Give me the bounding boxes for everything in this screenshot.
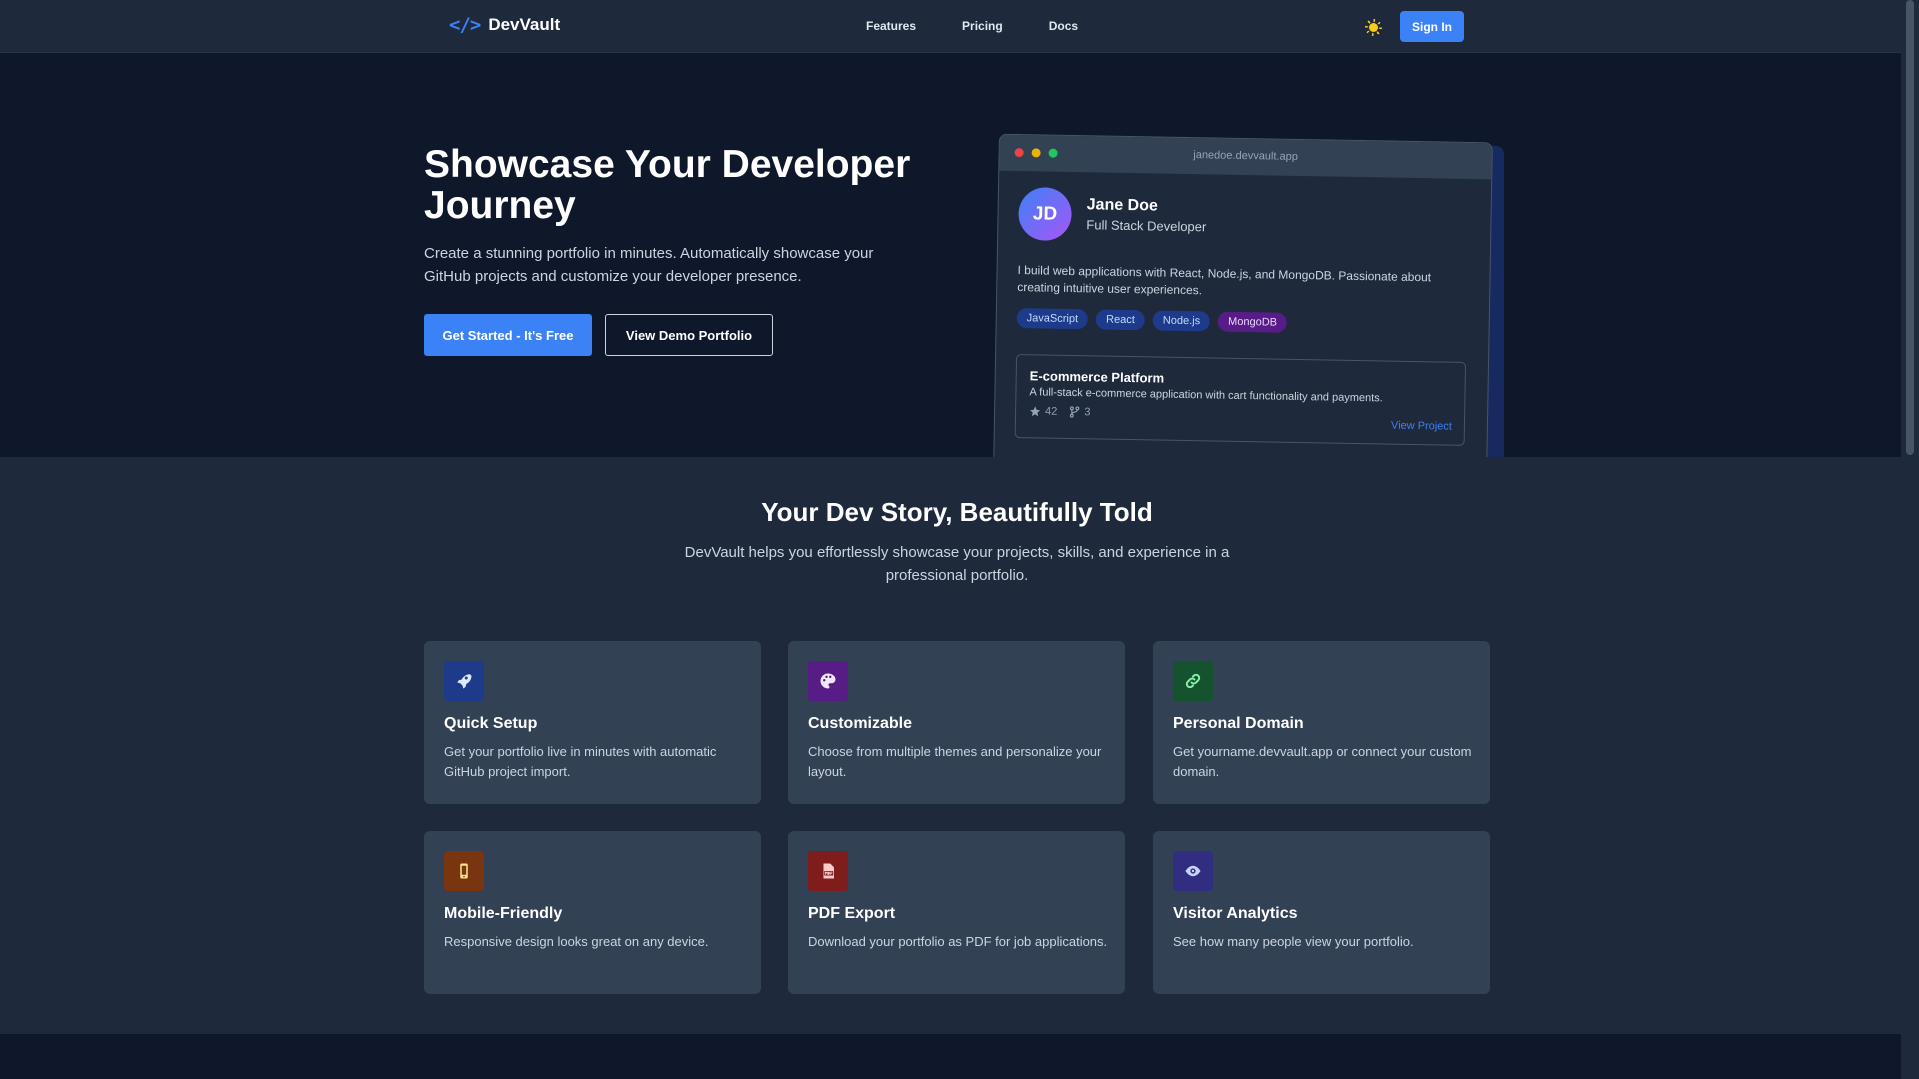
demo-portfolio-preview: janedoe.devvault.app JD Jane Doe Full St… (993, 133, 1504, 485)
sun-icon (1368, 22, 1378, 32)
demo-card: janedoe.devvault.app JD Jane Doe Full St… (993, 133, 1493, 477)
tag-mongodb: MongoDB (1217, 311, 1288, 333)
feature-title: Visitor Analytics (1173, 905, 1298, 922)
scrollbar-thumb[interactable] (1906, 0, 1914, 455)
footer-band (0, 1034, 1901, 1079)
vertical-scrollbar[interactable] (1901, 0, 1919, 1079)
profile-name: Jane Doe (1086, 196, 1159, 215)
tag-javascript: JavaScript (1016, 308, 1089, 330)
profile-role: Full Stack Developer (1086, 217, 1207, 235)
feature-description: Get your portfolio live in minutes with … (444, 744, 717, 779)
hero-title: Showcase Your Developer Journey (424, 143, 911, 227)
feature-card-mobile-friendly: Mobile-Friendly Responsive design looks … (424, 831, 761, 994)
skill-tags: JavaScript React Node.js MongoDB (1016, 308, 1288, 333)
feature-description: Responsive design looks great on any dev… (444, 934, 709, 949)
feature-description: Download your portfolio as PDF for job a… (808, 934, 1108, 949)
tag-nodejs: Node.js (1152, 310, 1211, 332)
forks-stat: 3 (1069, 406, 1091, 419)
features-section: Your Dev Story, Beautifully Told DevVaul… (0, 457, 1901, 1034)
link-icon (1173, 661, 1213, 701)
feature-title: Personal Domain (1173, 715, 1304, 732)
nav-link-features[interactable]: Features (866, 19, 916, 33)
fork-icon (1070, 406, 1080, 418)
profile-bio: I build web applications with React, Nod… (1017, 263, 1432, 298)
project-card: E-commerce Platform A full-stack e-comme… (1014, 354, 1467, 446)
project-description: A full-stack e-commerce application with… (1029, 386, 1383, 405)
logo[interactable]: </> DevVault (449, 14, 560, 36)
feature-title: Mobile-Friendly (444, 905, 563, 922)
hero-section: Showcase Your Developer Journey Create a… (0, 54, 1901, 485)
feature-description: See how many people view your portfolio. (1173, 934, 1414, 949)
feature-title: Quick Setup (444, 715, 538, 732)
view-project-link[interactable]: View Project (1391, 420, 1452, 433)
logo-text: DevVault (488, 15, 561, 34)
features-description: DevVault helps you effortlessly showcase… (684, 544, 1230, 584)
feature-description: Choose from multiple themes and personal… (808, 744, 1102, 779)
feature-card-quick-setup: Quick Setup Get your portfolio live in m… (424, 641, 761, 804)
feature-card-customizable: Customizable Choose from multiple themes… (788, 641, 1125, 804)
forks-count: 3 (1084, 406, 1091, 419)
view-demo-button[interactable]: View Demo Portfolio (605, 314, 773, 356)
stars-stat: 42 (1029, 405, 1058, 418)
feature-card-pdf-export: PDF Export Download your portfolio as PD… (788, 831, 1125, 994)
project-title: E-commerce Platform (1029, 368, 1165, 386)
get-started-button[interactable]: Get Started - It's Free (424, 314, 592, 356)
code-icon: </> (449, 14, 481, 36)
palette-icon (808, 661, 848, 701)
feature-description: Get yourname.devvault.app or connect you… (1173, 744, 1472, 779)
theme-toggle-button[interactable] (1363, 17, 1383, 37)
feature-title: Customizable (808, 715, 913, 732)
nav-link-pricing[interactable]: Pricing (962, 19, 1003, 33)
features-title: Your Dev Story, Beautifully Told (761, 497, 1153, 527)
pdf-icon (808, 851, 848, 891)
tag-react: React (1095, 309, 1146, 331)
feature-card-visitor-analytics: Visitor Analytics See how many people vi… (1153, 831, 1490, 994)
project-stats: 42 3 (1029, 405, 1091, 418)
feature-card-personal-domain: Personal Domain Get yourname.devvault.ap… (1153, 641, 1490, 804)
browser-url: janedoe.devvault.app (1193, 149, 1298, 163)
mobile-icon (444, 851, 484, 891)
hero-description: Create a stunning portfolio in minutes. … (424, 245, 874, 285)
sign-in-button[interactable]: Sign In (1400, 11, 1464, 42)
star-icon (1030, 406, 1041, 417)
stars-count: 42 (1045, 405, 1058, 418)
navbar: </> DevVault Features Pricing Docs Sign … (0, 0, 1901, 53)
nav-links: Features Pricing Docs (866, 19, 1078, 33)
browser-bar: janedoe.devvault.app (999, 134, 1492, 180)
feature-title: PDF Export (808, 905, 896, 922)
rocket-icon (444, 661, 484, 701)
eye-icon (1173, 851, 1213, 891)
avatar: JD (1018, 187, 1073, 241)
nav-link-docs[interactable]: Docs (1049, 19, 1078, 33)
